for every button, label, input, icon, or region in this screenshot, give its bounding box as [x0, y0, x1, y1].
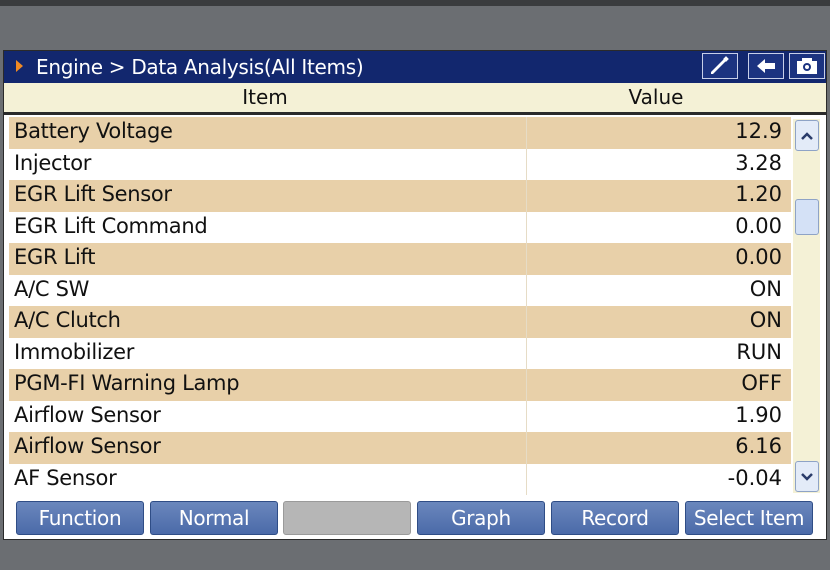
record-button[interactable]: Record — [551, 501, 679, 535]
column-divider — [526, 180, 527, 212]
item-name: AF Sensor — [14, 465, 117, 490]
item-name: EGR Lift Command — [14, 213, 208, 238]
column-divider — [526, 243, 527, 275]
data-analysis-panel: Engine > Data Analysis(All Items) Item V… — [3, 50, 827, 540]
item-value: 12.9 — [735, 119, 782, 143]
column-divider — [526, 400, 527, 432]
item-name: Airflow Sensor — [14, 402, 161, 427]
table-row[interactable]: EGR Lift Command 0.00 — [9, 211, 791, 243]
table-row[interactable]: Battery Voltage 12.9 — [9, 117, 791, 149]
column-divider — [526, 306, 527, 338]
item-name: A/C SW — [14, 276, 90, 301]
item-name: Battery Voltage — [14, 119, 173, 143]
scroll-up-button[interactable] — [795, 120, 819, 151]
page-title: Engine > Data Analysis(All Items) — [36, 55, 364, 79]
function-button[interactable]: Function — [16, 501, 144, 535]
table-row[interactable]: Immobilizer RUN — [9, 337, 791, 369]
data-list: Battery Voltage 12.9 Injector 3.28 EGR L… — [9, 117, 791, 495]
pen-button[interactable] — [702, 53, 738, 79]
item-name: Airflow Sensor — [14, 434, 161, 458]
item-name: Injector — [14, 150, 92, 175]
item-value: 1.90 — [735, 402, 782, 427]
pen-icon — [711, 56, 729, 74]
table-row[interactable]: EGR Lift Sensor 1.20 — [9, 180, 791, 212]
column-divider — [526, 274, 527, 306]
table-row[interactable]: Airflow Sensor 1.90 — [9, 400, 791, 432]
item-value: 0.00 — [735, 245, 782, 269]
column-divider — [526, 148, 527, 180]
chevron-up-icon — [801, 131, 813, 140]
item-value: RUN — [736, 339, 782, 364]
function-button-bar: Function Normal Graph Record Select Item — [4, 497, 826, 537]
column-header-value: Value — [628, 85, 684, 109]
item-value: ON — [749, 276, 782, 301]
table-row[interactable]: PGM-FI Warning Lamp OFF — [9, 369, 791, 401]
item-name: Immobilizer — [14, 339, 135, 364]
camera-icon — [797, 58, 817, 74]
table-row[interactable]: AF Sensor -0.04 — [9, 463, 791, 495]
item-name: EGR Lift — [14, 245, 96, 269]
table-row[interactable]: Airflow Sensor 6.16 — [9, 432, 791, 464]
title-bar: Engine > Data Analysis(All Items) — [4, 51, 826, 83]
top-edge — [0, 0, 830, 6]
breadcrumb-arrow-icon — [16, 60, 23, 72]
item-name: PGM-FI Warning Lamp — [14, 371, 240, 395]
column-divider — [526, 337, 527, 369]
item-value: 6.16 — [735, 434, 782, 458]
chevron-down-icon — [801, 472, 813, 481]
table-row[interactable]: EGR Lift 0.00 — [9, 243, 791, 275]
item-name: A/C Clutch — [14, 308, 121, 332]
item-name: EGR Lift Sensor — [14, 182, 172, 206]
column-divider — [526, 369, 527, 401]
column-divider — [526, 463, 527, 495]
scroll-down-button[interactable] — [795, 461, 819, 492]
back-button[interactable] — [748, 53, 784, 79]
column-divider — [526, 432, 527, 464]
table-header: Item Value — [4, 83, 826, 115]
vertical-scrollbar[interactable] — [793, 119, 820, 493]
item-value: 0.00 — [735, 213, 782, 238]
blank-button[interactable] — [283, 501, 411, 535]
normal-button[interactable]: Normal — [150, 501, 278, 535]
item-value: OFF — [741, 371, 782, 395]
table-row[interactable]: A/C SW ON — [9, 274, 791, 306]
column-divider — [526, 117, 527, 149]
item-value: 1.20 — [735, 182, 782, 206]
graph-button[interactable]: Graph — [417, 501, 545, 535]
screenshot-button[interactable] — [789, 53, 825, 79]
column-header-item: Item — [242, 85, 288, 109]
back-arrow-icon — [757, 59, 775, 73]
item-value: -0.04 — [727, 465, 782, 490]
item-value: 3.28 — [735, 150, 782, 175]
select-item-button[interactable]: Select Item — [685, 501, 813, 535]
scroll-thumb[interactable] — [795, 199, 819, 235]
table-row[interactable]: Injector 3.28 — [9, 148, 791, 180]
table-row[interactable]: A/C Clutch ON — [9, 306, 791, 338]
item-value: ON — [749, 308, 782, 332]
column-divider — [526, 211, 527, 243]
